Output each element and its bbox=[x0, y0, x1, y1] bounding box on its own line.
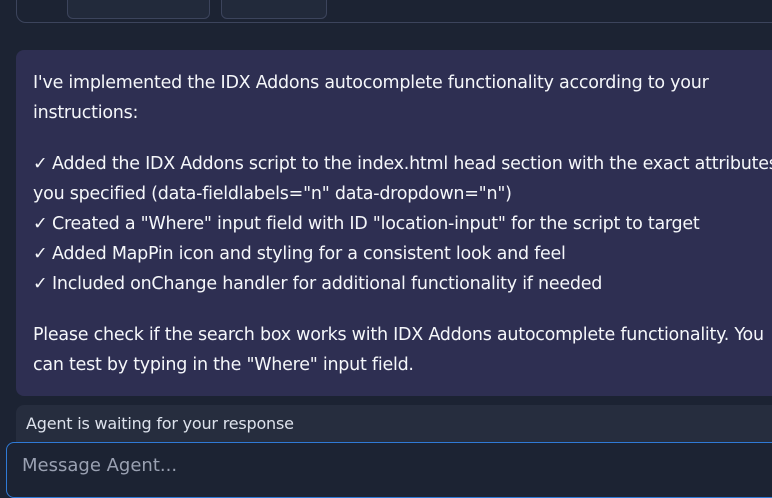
change-list-item: ✓ Added MapPin icon and styling for a con… bbox=[33, 239, 772, 269]
change-list-item: ✓ Added the IDX Addons script to the inde… bbox=[33, 149, 772, 209]
previous-action-button[interactable] bbox=[67, 0, 210, 19]
agent-message: I've implemented the IDX Addons autocomp… bbox=[16, 50, 772, 396]
message-intro: I've implemented the IDX Addons autocomp… bbox=[33, 73, 709, 123]
change-list: ✓ Added the IDX Addons script to the inde… bbox=[33, 149, 772, 299]
agent-status-bar: Agent is waiting for your response bbox=[16, 405, 772, 445]
agent-status-text: Agent is waiting for your response bbox=[26, 414, 294, 433]
checkmark-icon: ✓ bbox=[33, 274, 48, 294]
previous-action-button[interactable] bbox=[221, 0, 327, 19]
message-closing: Please check if the search box works wit… bbox=[33, 325, 764, 375]
checkmark-icon: ✓ bbox=[33, 154, 48, 174]
change-list-item-text: Added MapPin icon and styling for a cons… bbox=[52, 244, 566, 264]
change-list-item-text: Created a "Where" input field with ID "l… bbox=[52, 214, 700, 234]
change-list-item: ✓ Created a "Where" input field with ID "… bbox=[33, 209, 772, 239]
checkmark-icon: ✓ bbox=[33, 244, 48, 264]
checkmark-icon: ✓ bbox=[33, 214, 48, 234]
previous-message-card bbox=[16, 0, 772, 23]
change-list-item: ✓ Included onChange handler for additiona… bbox=[33, 269, 772, 299]
change-list-item-text: Included onChange handler for additional… bbox=[52, 274, 603, 294]
change-list-item-text: Added the IDX Addons script to the index… bbox=[33, 154, 772, 204]
